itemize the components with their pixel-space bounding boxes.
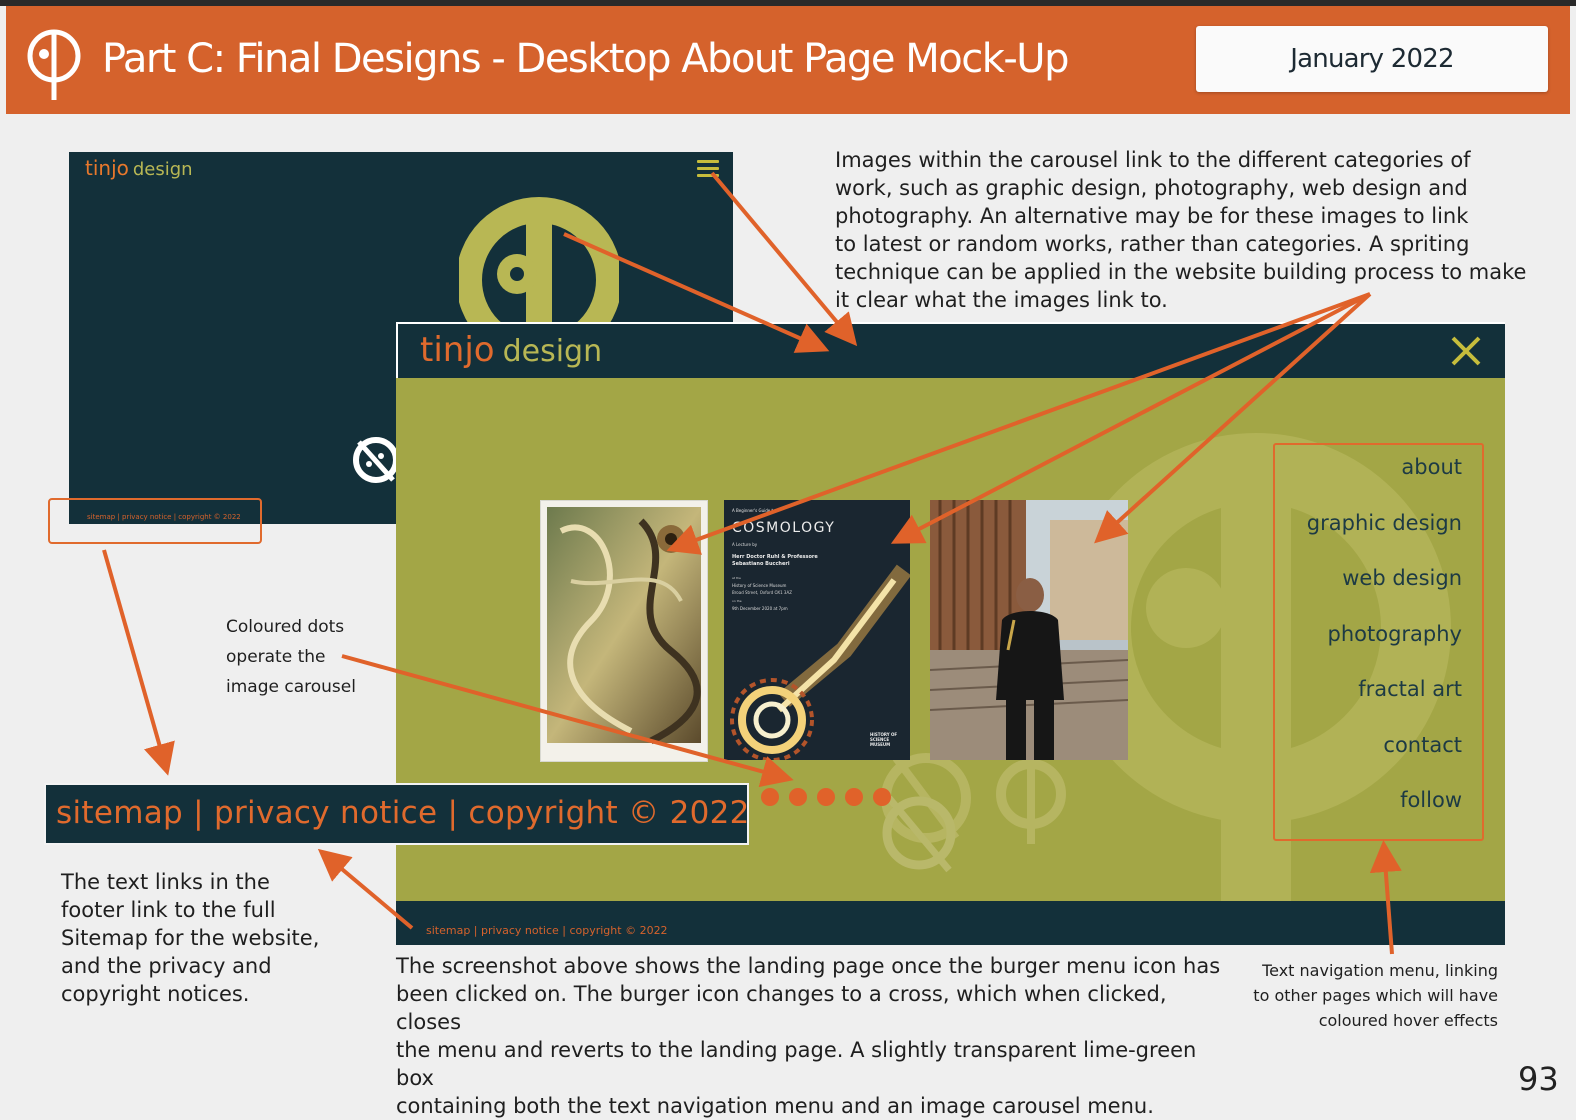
screenshot-annotation-line: the menu and reverts to the landing page… [396,1038,1197,1090]
mockup-header: tinjo design [396,322,1505,378]
footer-zoom-links[interactable]: sitemap | privacy notice | copyright © 2… [56,795,750,831]
carousel-annotation: Images within the carousel link to the d… [835,146,1555,314]
mockup-footer: sitemap | privacy notice | copyright © 2… [396,901,1505,945]
nav-annotation-line: coloured hover effects [1318,1011,1498,1030]
page-title: Part C: Final Designs - Desktop About Pa… [102,36,1069,82]
mockup-brand[interactable]: tinjo design [420,330,602,370]
nav-item-photography[interactable]: photography [1328,622,1462,646]
carousel-item-cosmology-poster[interactable]: A Beginner's Guide to COSMOLOGY A Lectur… [724,500,910,760]
nav-item-web-design[interactable]: web design [1342,566,1462,590]
carousel-annotation-line: photography. An alternative may be for t… [835,204,1469,228]
dots-annotation-line: image carousel [226,677,356,697]
screenshot-annotation-line: The screenshot above shows the landing p… [396,954,1221,978]
carousel-annotation-line: work, such as graphic design, photograph… [835,176,1468,200]
arrow-icon [710,171,858,347]
nav-item-fractal-art[interactable]: fractal art [1358,677,1462,701]
carousel-item-fractal-art[interactable] [540,500,708,762]
dots-annotation-line: Coloured dots [226,617,345,637]
footer-annotation-line: and the privacy and [61,954,272,978]
nav-item-about[interactable]: about [1401,455,1462,479]
text-nav-menu: about graphic design web design photogra… [1273,443,1484,841]
carousel-annotation-line: it clear what the images link to. [835,288,1168,312]
carousel-item-photography[interactable] [930,500,1128,760]
menu-open-mockup: tinjo design A Beginner's Guide to COSMO… [396,322,1505,945]
nav-item-follow[interactable]: follow [1400,788,1462,812]
dots-annotation-line: operate the [226,647,326,667]
arrow-icon [102,549,175,776]
museum-logo: HISTORY OF SCIENCE MUSEUM [870,732,898,747]
mockup-footer-links[interactable]: sitemap | privacy notice | copyright © 2… [426,924,668,937]
nav-annotation: Text navigation menu, linking to other p… [1250,958,1498,1033]
dots-annotation: Coloured dots operate the image carousel [226,612,356,702]
page-number: 93 [1518,1060,1559,1098]
carousel-annotation-line: technique can be applied in the website … [835,260,1527,284]
burger-menu-icon[interactable] [697,160,719,178]
poster-title: COSMOLOGY [732,520,836,536]
fractal-art-image [547,507,701,745]
screenshot-annotation: The screenshot above shows the landing p… [396,952,1236,1120]
brand-tinjo: tinjo [85,156,129,180]
close-icon[interactable] [1449,334,1483,368]
brand-design: design [132,159,193,180]
brand-tinjo: tinjo [420,330,495,370]
brand-design: design [502,334,603,369]
nav-annotation-line: to other pages which will have [1253,986,1498,1005]
poster-subtitle: A Lecture by [732,542,758,547]
footer-annotation-line: The text links in the [61,870,270,894]
poster-kicker: A Beginner's Guide to [732,508,776,513]
carousel-dot[interactable] [845,788,863,806]
footer-annotation-line: copyright notices. [61,982,250,1006]
carousel-dots [761,788,891,806]
nav-item-graphic-design[interactable]: graphic design [1307,511,1462,535]
tinjo-logo-icon [27,29,81,100]
screenshot-annotation-line: been clicked on. The burger icon changes… [396,982,1167,1034]
page-header: Part C: Final Designs - Desktop About Pa… [6,6,1570,114]
nav-annotation-line: Text navigation menu, linking [1262,961,1498,980]
carousel-dot[interactable] [817,788,835,806]
photography-image [930,500,1128,760]
date-badge: January 2022 [1196,26,1548,92]
carousel-annotation-line: Images within the carousel link to the d… [835,148,1471,172]
footer-annotation-line: footer link to the full [61,898,276,922]
nav-item-contact[interactable]: contact [1383,733,1462,757]
carousel-dot[interactable] [761,788,779,806]
carousel-dot[interactable] [789,788,807,806]
cosmic-swirl-image [730,564,910,760]
carousel-annotation-line: to latest or random works, rather than c… [835,232,1470,256]
footer-annotation: The text links in the footer link to the… [61,868,319,1008]
carousel-dot[interactable] [873,788,891,806]
mockup-brand: tinjo design [85,156,193,180]
footer-zoom: sitemap | privacy notice | copyright © 2… [44,783,749,845]
footer-highlight-box [48,498,262,544]
small-face-icon [353,437,399,483]
footer-annotation-line: Sitemap for the website, [61,926,320,950]
